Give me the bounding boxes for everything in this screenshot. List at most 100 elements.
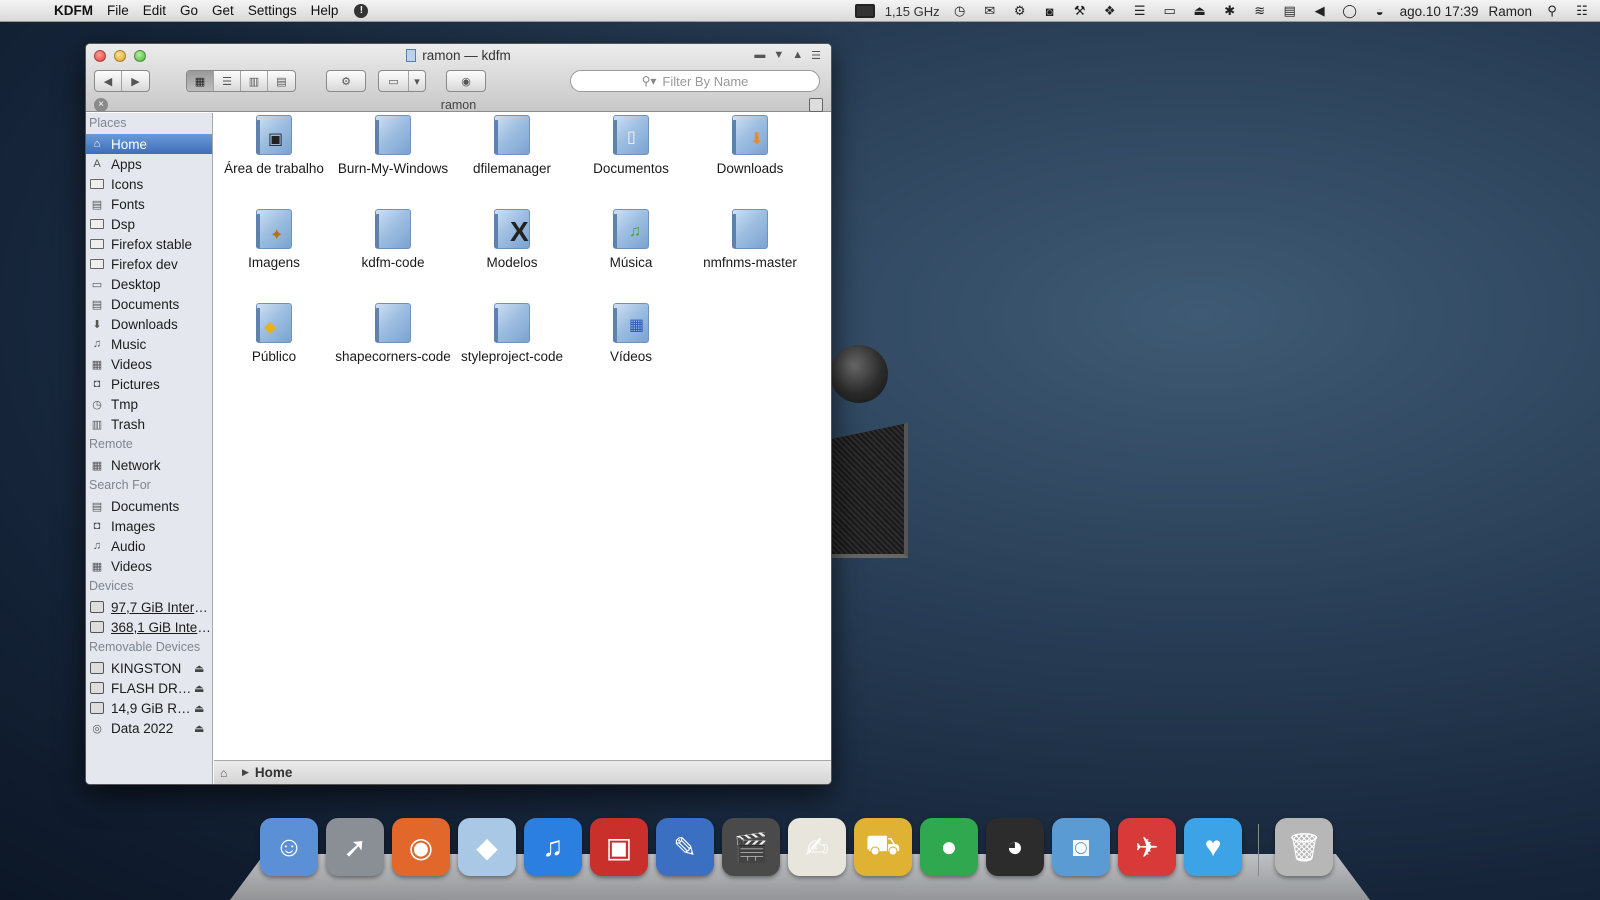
arrange-button[interactable]: ▭ [379,71,409,91]
user-name[interactable]: Ramon [1488,4,1532,19]
trash-icon[interactable]: 🗑 [1275,818,1333,876]
sidebar-item[interactable]: Firefox dev [86,254,212,274]
sidebar-item[interactable]: ♫ Music [86,334,212,354]
chat-bubble-icon[interactable]: ◯ [1340,3,1360,19]
airplay-icon[interactable]: ⏏ [1190,3,1210,19]
bluetooth-icon[interactable]: ✱ [1220,3,1240,19]
firefox-icon[interactable]: ◉ [392,818,450,876]
monitor-icon[interactable]: ◙ [1040,3,1060,19]
close-tab-icon[interactable]: × [94,98,108,112]
sidebar-item[interactable]: ▤ Documents [86,294,212,314]
sidebar-item[interactable]: 368,1 GiB Internal Drive [86,617,212,637]
app-menu[interactable]: KDFM [54,3,93,18]
list-view-button[interactable]: ☰ [214,71,241,91]
twitter-icon[interactable]: ♥ [1184,818,1242,876]
file-item[interactable]: nmfnms-master [690,207,810,270]
sidebar-item[interactable]: Firefox stable [86,234,212,254]
sync-icon[interactable]: ◒ [1370,3,1390,19]
shade-icon[interactable]: ▬ [754,49,765,62]
menu-get[interactable]: Get [212,3,234,18]
mail-icon[interactable]: ✈ [1118,818,1176,876]
sidebar-item[interactable]: Dsp [86,214,212,234]
finder-icon[interactable]: ☺ [260,818,318,876]
sidebar-item[interactable]: ▦ Videos [86,556,212,576]
back-button[interactable]: ◀ [95,71,122,91]
gear-action-button[interactable]: ⚙ [327,71,365,91]
sidebar-item[interactable]: ⬇ Downloads [86,314,212,334]
textedit-icon[interactable]: ✍ [788,818,846,876]
file-item[interactable]: ▯ Documentos [571,113,691,176]
home-icon[interactable]: ⌂ [220,766,234,780]
terminal-icon[interactable] [854,4,875,18]
sidebar-item[interactable]: 14,9 GiB Removable⏏ [86,698,212,718]
chat-icon[interactable]: ● [920,818,978,876]
sidebar-item[interactable]: A Apps [86,154,212,174]
file-item[interactable]: ▣ Área de trabalho [214,113,334,176]
menu-go[interactable]: Go [180,3,198,18]
chevron-down-icon[interactable]: ▾ [409,71,425,91]
eject-icon[interactable]: ⏏ [194,702,208,715]
chevron-up-icon[interactable]: ▲ [792,49,803,62]
sidebar-item[interactable]: 97,7 GiB Internal Drive [86,597,212,617]
sidebar-item[interactable]: Icons [86,174,212,194]
file-item[interactable]: styleproject-code [452,301,572,364]
chevron-down-icon[interactable]: ▼ [773,49,784,62]
sidebar-item[interactable]: ▤ Documents [86,496,212,516]
clapper-icon[interactable]: 🎬 [722,818,780,876]
file-item[interactable]: ✦ Imagens [214,207,334,270]
spotlight-icon[interactable]: ⚲ [1542,3,1562,19]
itunes-icon[interactable]: ♫ [524,818,582,876]
menu-edit[interactable]: Edit [143,3,166,18]
sidebar-item[interactable]: ⌂ Home [86,134,212,154]
mail-icon[interactable]: ✉ [980,3,1000,19]
sidebar-item[interactable]: ◷ Tmp [86,394,212,414]
sidebar-item[interactable]: ▥ Trash [86,414,212,434]
forward-button[interactable]: ▶ [122,71,149,91]
menu-file[interactable]: File [107,3,129,18]
file-item[interactable]: ▦ Vídeos [571,301,691,364]
battery-icon[interactable]: ▤ [1280,3,1300,19]
sidebar-item[interactable]: ▦ Videos [86,354,212,374]
new-tab-icon[interactable] [809,98,823,112]
sidebar-item[interactable]: ▭ Desktop [86,274,212,294]
sidebar-item[interactable]: ♫ Audio [86,536,212,556]
sidebar-item[interactable]: ▤ Fonts [86,194,212,214]
sidebar-item[interactable]: FLASH DRIVE ⏏ [86,678,212,698]
file-item[interactable]: dfilemanager [452,113,572,176]
sidebar-item[interactable]: KINGSTON ⏏ [86,658,212,678]
file-item[interactable]: kdfm-code [333,207,453,270]
sidebar-item[interactable]: ▦ Network [86,455,212,475]
box-icon[interactable]: ▣ [590,818,648,876]
icon-view-button[interactable]: ▦ [187,71,214,91]
transmit-icon[interactable]: ⛟ [854,818,912,876]
file-item[interactable]: ♫ Música [571,207,691,270]
menu-settings[interactable]: Settings [248,3,297,18]
eject-icon[interactable]: ⏏ [194,722,208,735]
file-item[interactable]: ⬇ Downloads [690,113,810,176]
notification-center-icon[interactable]: ☷ [1572,3,1592,19]
clock[interactable]: ago.10 17:39 [1400,4,1479,19]
tux-icon[interactable]: ◕ [986,818,1044,876]
menu-help[interactable]: Help [311,3,339,18]
sidebar-item[interactable]: ◎ Data 2022 ⏏ [86,718,212,738]
time-machine-icon[interactable]: ◷ [950,3,970,19]
sidebar-item[interactable]: ◘ Pictures [86,374,212,394]
eject-icon[interactable]: ⏏ [194,662,208,675]
file-item[interactable]: X Modelos [452,207,572,270]
file-item[interactable]: ◆ Público [214,301,334,364]
flow-view-button[interactable]: ▤ [268,71,295,91]
preview-icon[interactable]: ◙ [1052,818,1110,876]
breadcrumb-home[interactable]: Home [255,765,293,780]
wrench-icon[interactable]: ⚒ [1070,3,1090,19]
volume-icon[interactable]: ◀ [1310,3,1330,19]
eject-icon[interactable]: ⏏ [194,682,208,695]
quill-icon[interactable]: ✎ [656,818,714,876]
wifi-icon[interactable]: ≋ [1250,3,1270,19]
file-item[interactable]: shapecorners-code [333,301,453,364]
gem-icon[interactable]: ◆ [458,818,516,876]
info-icon[interactable]: ! [354,3,369,18]
gear-icon[interactable]: ⚙ [1010,3,1030,19]
file-item[interactable]: Burn-My-Windows [333,113,453,176]
menu-icon[interactable]: ☰ [811,49,821,62]
eye-icon[interactable]: ◉ [447,71,485,91]
